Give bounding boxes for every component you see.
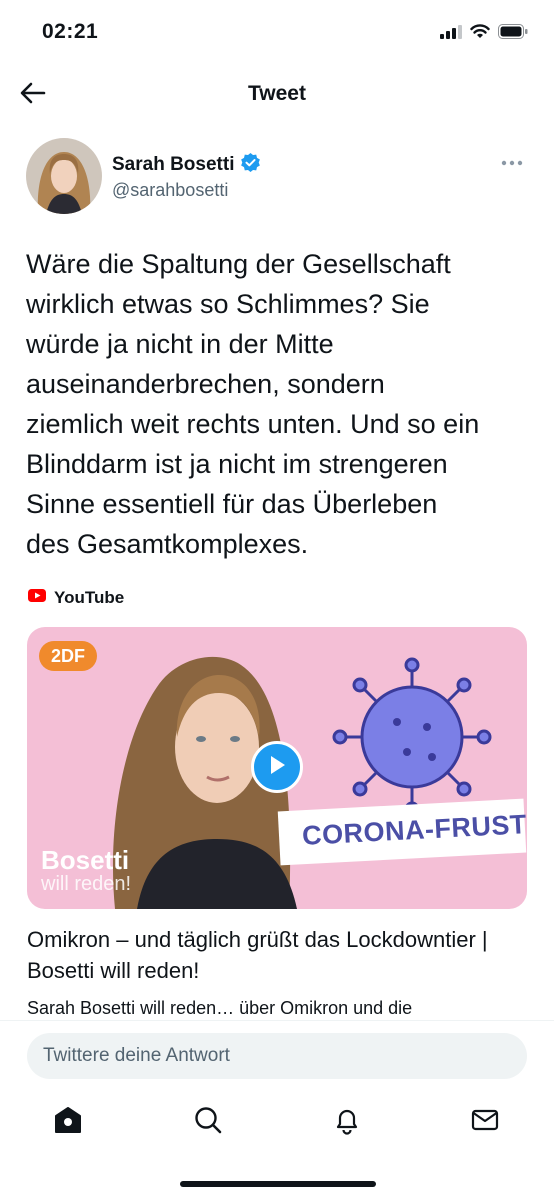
play-button[interactable] (251, 741, 303, 793)
tab-bar (0, 1086, 554, 1166)
home-icon (53, 1105, 83, 1140)
nav-bar: Tweet (0, 64, 554, 124)
signal-icon (440, 24, 462, 44)
link-description: Sarah Bosetti will reden… über Omikron u… (27, 998, 413, 1018)
tab-search[interactable] (188, 1102, 228, 1142)
tab-messages[interactable] (465, 1102, 505, 1142)
page-title: Tweet (248, 82, 306, 105)
mail-icon (470, 1105, 500, 1140)
wifi-icon (470, 24, 490, 44)
video-thumbnail[interactable]: 2DF Bosetti will reden! CORONA-FRUST (27, 627, 527, 909)
author-name[interactable]: Sarah Bosetti (112, 154, 234, 176)
play-icon (267, 754, 287, 781)
tab-home[interactable] (48, 1102, 88, 1142)
author-handle[interactable]: @sarahbosetti (112, 180, 228, 201)
link-title[interactable]: Omikron – und täglich grüßt das Lockdown… (27, 924, 527, 986)
show-subtitle: will reden! (41, 873, 132, 895)
tweet-author: Sarah Bosetti @sarahbosetti (26, 138, 528, 218)
author-name-row: Sarah Bosetti (112, 152, 261, 178)
status-icons (440, 24, 528, 44)
zdf-logo: 2DF (39, 641, 97, 671)
battery-icon (498, 24, 528, 44)
home-indicator (180, 1181, 376, 1187)
search-icon (193, 1105, 223, 1140)
avatar[interactable] (26, 138, 102, 214)
more-options-button[interactable] (498, 152, 526, 172)
virus-graphic (332, 657, 492, 817)
show-name: Bosetti (41, 845, 130, 875)
source-label: YouTube (54, 588, 125, 607)
youtube-icon (28, 589, 46, 607)
more-dots-icon (501, 153, 523, 171)
verified-badge-icon (240, 152, 261, 178)
status-bar: 02:21 (0, 0, 554, 64)
reply-input[interactable] (27, 1033, 527, 1079)
tab-notifications[interactable] (327, 1102, 367, 1142)
bell-icon (332, 1105, 362, 1140)
tweet-text: Wäre die Spaltung der Gesellschaft wirkl… (26, 249, 480, 559)
status-time: 02:21 (42, 20, 99, 43)
link-source: YouTube (28, 588, 124, 608)
